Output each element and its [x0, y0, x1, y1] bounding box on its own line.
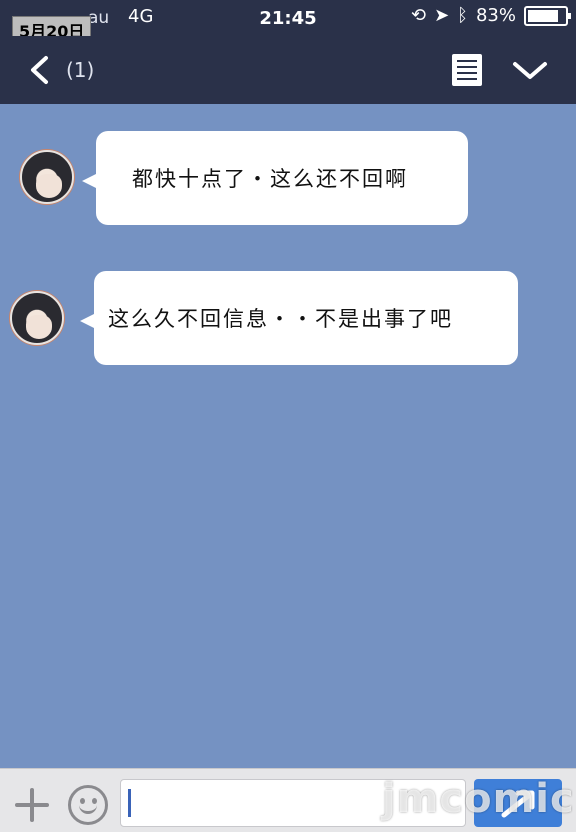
- bluetooth-icon: ᛒ: [457, 5, 468, 26]
- chat-header: (1): [0, 36, 576, 104]
- chevron-left-icon: [31, 56, 48, 84]
- chevron-down-icon: [513, 62, 547, 79]
- watermark: jmcomic: [382, 776, 575, 822]
- battery-fill: [528, 9, 558, 22]
- menu-line-icon: [457, 78, 477, 80]
- menu-line-icon: [457, 72, 477, 74]
- message-row: [10, 291, 64, 345]
- message-row: [20, 150, 74, 204]
- unread-count: (1): [66, 58, 95, 82]
- message-bubble[interactable]: 这么久不回信息・・不是出事了吧: [80, 271, 518, 365]
- menu-button[interactable]: [452, 54, 482, 86]
- rotation-lock-icon: ⟲: [410, 5, 427, 26]
- avatar[interactable]: [20, 150, 74, 204]
- location-icon: ➤: [434, 5, 450, 26]
- battery-icon: [524, 5, 571, 26]
- text-caret: [128, 789, 131, 817]
- add-attachment-button[interactable]: [14, 787, 50, 823]
- plus-icon: [15, 788, 49, 822]
- avatar[interactable]: [10, 291, 64, 345]
- menu-line-icon: [457, 60, 477, 62]
- battery-percent: 83%: [475, 5, 516, 26]
- menu-line-icon: [457, 66, 477, 68]
- emoji-button[interactable]: [68, 785, 108, 825]
- message-bubble[interactable]: 都快十点了・这么还不回啊: [82, 131, 468, 225]
- back-button[interactable]: (1): [28, 52, 118, 88]
- message-text: 都快十点了・这么还不回啊: [132, 167, 408, 191]
- status-icons: ⟲ ➤ ᛒ 83%: [410, 5, 571, 26]
- emoji-mouth-icon: [79, 802, 97, 814]
- message-text: 这么久不回信息・・不是出事了吧: [108, 307, 453, 331]
- collapse-button[interactable]: [510, 56, 550, 84]
